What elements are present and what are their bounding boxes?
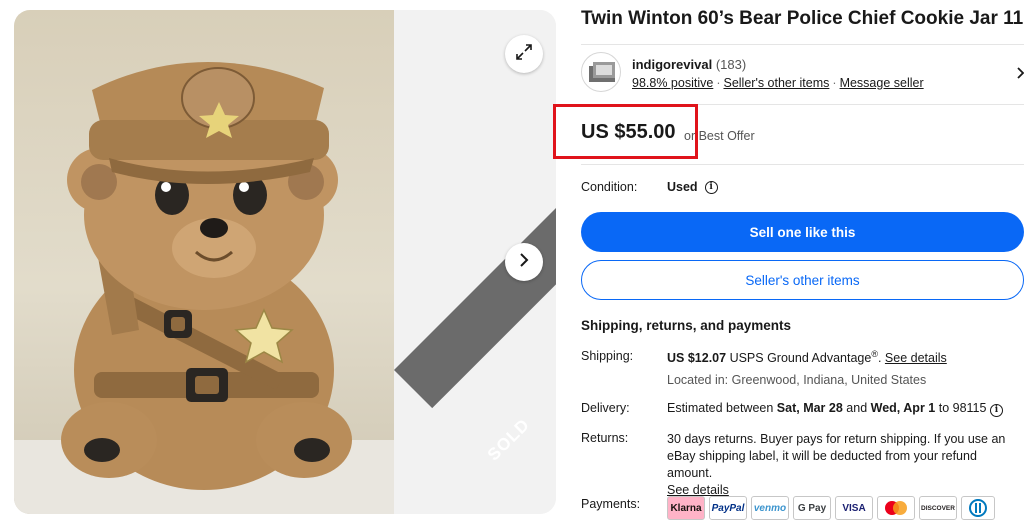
item-location: Located in: Greenwood, Indiana, United S… [667, 373, 927, 387]
condition-value: Used i [667, 180, 718, 194]
delivery-and: and [846, 401, 868, 415]
delivery-zip: to 98115 [938, 401, 987, 415]
payment-logo-text: DISCOVER [921, 504, 955, 512]
payment-logo-text: Klarna [670, 502, 702, 514]
condition-label: Condition: [581, 180, 638, 194]
payments-label: Payments: [581, 497, 641, 511]
payment-logo-visa: VISA [835, 496, 873, 520]
product-photo[interactable] [14, 10, 394, 514]
payment-logo-klarna: Klarna [667, 496, 705, 520]
chevron-right-icon [517, 252, 531, 272]
price: US $55.00 [581, 121, 676, 143]
cookie-jar-illustration [14, 61, 394, 514]
condition-text: Used [667, 180, 698, 194]
payment-logo-text: venmo [753, 502, 787, 514]
seller-links: 98.8% positive · Seller's other items · Mess… [632, 76, 924, 90]
shipping-price: US $12.07 [667, 351, 727, 366]
payment-logo-text: G Pay [797, 502, 827, 514]
payment-logo-g-pay: G Pay [793, 496, 831, 520]
payment-logo-mastercard [877, 496, 915, 520]
expand-icon [515, 43, 533, 66]
sellers-other-items-button[interactable]: Seller's other items [581, 260, 1024, 300]
shipping-see-details-link[interactable]: See details [885, 351, 947, 365]
payment-logo-text: VISA [842, 502, 866, 514]
payment-logo-text: PayPal [711, 502, 745, 514]
returns-label: Returns: [581, 431, 629, 445]
delivery-value: Estimated between Sat, Mar 28 and Wed, A… [667, 401, 1003, 417]
shipping-label: Shipping: [581, 349, 634, 363]
delivery-prefix: Estimated between [667, 401, 774, 415]
delivery-label: Delivery: [581, 401, 630, 415]
returns-see-details-link[interactable]: See details [667, 483, 729, 497]
payment-methods: Klarna PayPal venmo G Pay VISA DISCOVER [667, 496, 995, 520]
seller-username[interactable]: indigorevival [632, 57, 712, 72]
delivery-to: Wed, Apr 1 [870, 401, 936, 415]
message-seller-link[interactable]: Message seller [840, 76, 924, 90]
expand-button[interactable] [505, 35, 543, 73]
divider [581, 44, 1024, 45]
chevron-right-icon[interactable] [1017, 66, 1024, 84]
seller-feedback-count: (183) [715, 57, 747, 72]
sell-one-like-this-button[interactable]: Sell one like this [581, 212, 1024, 252]
payment-logo-discover: DISCOVER [919, 496, 957, 520]
section-title: Shipping, returns, and payments [581, 318, 792, 333]
info-icon[interactable]: i [704, 180, 718, 194]
positive-feedback-link[interactable]: 98.8% positive [632, 76, 713, 90]
next-image-button[interactable] [505, 243, 543, 281]
returns-value: 30 days returns. Buyer pays for return s… [667, 431, 1024, 499]
registered-mark: ® [871, 349, 878, 359]
shipping-value: US $12.07 USPS Ground Advantage®. See de… [667, 349, 947, 366]
shipping-service: USPS Ground Advantage [729, 351, 872, 366]
delivery-from: Sat, Mar 28 [776, 401, 843, 415]
seller-other-items-link[interactable]: Seller's other items [723, 76, 829, 90]
info-icon[interactable]: i [989, 404, 1003, 417]
payment-logo-diners [961, 496, 995, 520]
best-offer-text: or Best Offer [684, 129, 755, 143]
seller-card[interactable]: indigorevival (183) 98.8% positive · Selle… [581, 52, 1024, 98]
payment-logo-paypal: PayPal [709, 496, 747, 520]
payment-logo-venmo: venmo [751, 496, 789, 520]
listing-title: Twin Winton 60’s Bear Police Chief Cooki… [581, 8, 1024, 29]
returns-text: 30 days returns. Buyer pays for return s… [667, 432, 1006, 480]
image-gallery: SOLD [14, 10, 556, 514]
seller-name[interactable]: indigorevival (183) [632, 57, 746, 72]
seller-avatar[interactable] [581, 52, 621, 92]
divider [581, 164, 1024, 165]
